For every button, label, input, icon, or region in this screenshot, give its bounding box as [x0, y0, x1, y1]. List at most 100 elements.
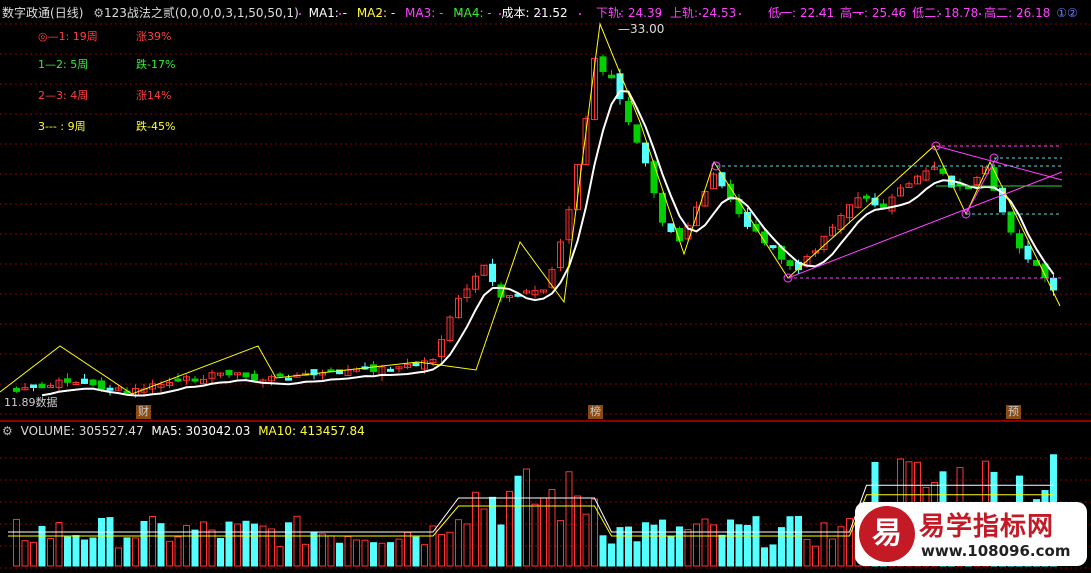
cost-readout: 成本: 21.52: [501, 6, 568, 20]
candle-body: [769, 245, 777, 249]
stat-row-1: ◎—1: 19周 涨39%: [38, 28, 171, 44]
high1-readout: 高一: 25.46: [840, 6, 907, 20]
volume-panel[interactable]: ⚙ VOLUME: 305527.47 MA5: 303042.03 MA10:…: [0, 422, 1091, 570]
volume-bar: [98, 517, 105, 567]
volume-settings-icon[interactable]: ⚙: [2, 424, 13, 438]
volume-bar: [200, 521, 207, 567]
volume-bar: [642, 522, 649, 567]
volume-bar: [540, 497, 547, 567]
volume-header: ⚙ VOLUME: 305527.47 MA5: 303042.03 MA10:…: [2, 424, 365, 438]
volume-bar: [625, 526, 632, 567]
watermark-url: www.108096.com: [921, 542, 1071, 560]
volume-bar: [574, 495, 581, 567]
low-price-value: 11.89: [4, 396, 36, 409]
volume-bar: [523, 468, 530, 567]
volume-bar: [395, 538, 403, 567]
low1-readout: 低一: 22.41: [768, 6, 835, 20]
volume-bar: [659, 519, 666, 567]
volume-bar: [157, 523, 165, 567]
ma2-readout: MA2: -: [356, 6, 396, 20]
volume-bar: [123, 537, 131, 567]
volume-ma5-readout: MA5: 303042.03: [151, 424, 251, 438]
candle-body: [98, 380, 105, 390]
ma3-readout: MA3: -: [405, 6, 444, 20]
stat-change: 涨14%: [136, 89, 172, 102]
forecast-marker[interactable]: 预: [1006, 405, 1021, 419]
candle-body: [285, 377, 292, 381]
candle-body: [242, 372, 250, 378]
candle-body: [276, 373, 284, 377]
volume-bar: [489, 496, 496, 567]
volume-bar: [310, 532, 318, 567]
volume-bar: [761, 547, 768, 567]
top-dot: [739, 13, 741, 15]
volume-bar: [327, 535, 335, 567]
candle-body: [489, 263, 496, 282]
candle-body: [599, 56, 607, 72]
candle-body: [412, 362, 420, 367]
candle-body: [387, 368, 394, 372]
candle-body: [174, 378, 182, 382]
volume-bar: [13, 518, 20, 567]
candle-body: [625, 100, 632, 123]
volume-bar: [140, 520, 148, 567]
ma-line: [41, 89, 1055, 397]
volume-bar: [667, 536, 675, 567]
candle-body: [786, 260, 794, 267]
stat-label: 1—2: 5周: [38, 58, 89, 71]
candle-body: [1024, 245, 1032, 260]
stat-label: 2—3: 4周: [38, 89, 89, 102]
finance-marker[interactable]: 财: [136, 405, 151, 419]
volume-bar: [438, 533, 445, 567]
volume-bar: [55, 521, 63, 567]
volume-bar: [412, 536, 420, 567]
volume-bar: [302, 543, 309, 567]
volume-bar: [21, 540, 29, 567]
ma1-readout: MA1: -: [308, 6, 347, 20]
volume-bar: [778, 527, 785, 567]
circled-toggle[interactable]: ①②: [1056, 6, 1078, 20]
volume-bar: [463, 523, 471, 567]
volume-bar: [89, 537, 97, 567]
low-price-suffix: 数据: [35, 396, 58, 409]
volume-bar: [378, 542, 386, 567]
candle-body: [81, 378, 88, 384]
volume-readout: VOLUME: 305527.47: [20, 424, 144, 438]
volume-bar: [446, 531, 454, 567]
indicator-name[interactable]: 123战法之贰(0,0,0,0,3,1,50,50,1): [104, 6, 299, 20]
volume-bar: [803, 539, 811, 567]
peak-price-label: —33.00: [618, 22, 665, 36]
high2-readout: 高二: 26.18: [984, 6, 1051, 20]
volume-bar: [676, 526, 683, 567]
settings-icon[interactable]: ⚙: [93, 6, 104, 20]
candle-body: [38, 383, 46, 389]
volume-bar: [106, 517, 114, 567]
volume-bar: [608, 543, 615, 567]
volume-bar: [387, 542, 394, 567]
volume-bar: [242, 520, 250, 567]
candle-body: [251, 373, 258, 381]
period-label[interactable]: (日线): [50, 6, 83, 20]
ranking-marker[interactable]: 榜: [588, 405, 603, 419]
volume-bar: [829, 538, 836, 567]
price-chart-panel[interactable]: 数字政通(日线) ⚙123战法之贰(0,0,0,0,3,1,50,50,1) M…: [0, 0, 1091, 420]
volume-bar: [557, 520, 564, 567]
stat-row-3: 2—3: 4周 涨14%: [38, 87, 171, 103]
volume-bar: [735, 524, 743, 567]
volume-bar: [650, 524, 658, 567]
volume-bar: [727, 519, 734, 567]
volume-bar: [344, 535, 352, 567]
lower-track-readout: 下轨: 24.39: [596, 6, 663, 20]
volume-bar: [718, 534, 726, 567]
volume-bar: [47, 538, 54, 567]
candle-body: [30, 384, 37, 388]
stat-change: 跌-17%: [136, 58, 176, 71]
volume-bar: [820, 522, 828, 567]
volume-bar: [225, 521, 233, 567]
volume-bar: [421, 544, 428, 567]
volume-bar: [497, 524, 505, 567]
stock-name[interactable]: 数字政通: [2, 6, 50, 20]
stat-row-2: 1—2: 5周 跌-17%: [38, 56, 175, 72]
volume-bar: [531, 503, 539, 567]
volume-bar: [599, 535, 607, 567]
